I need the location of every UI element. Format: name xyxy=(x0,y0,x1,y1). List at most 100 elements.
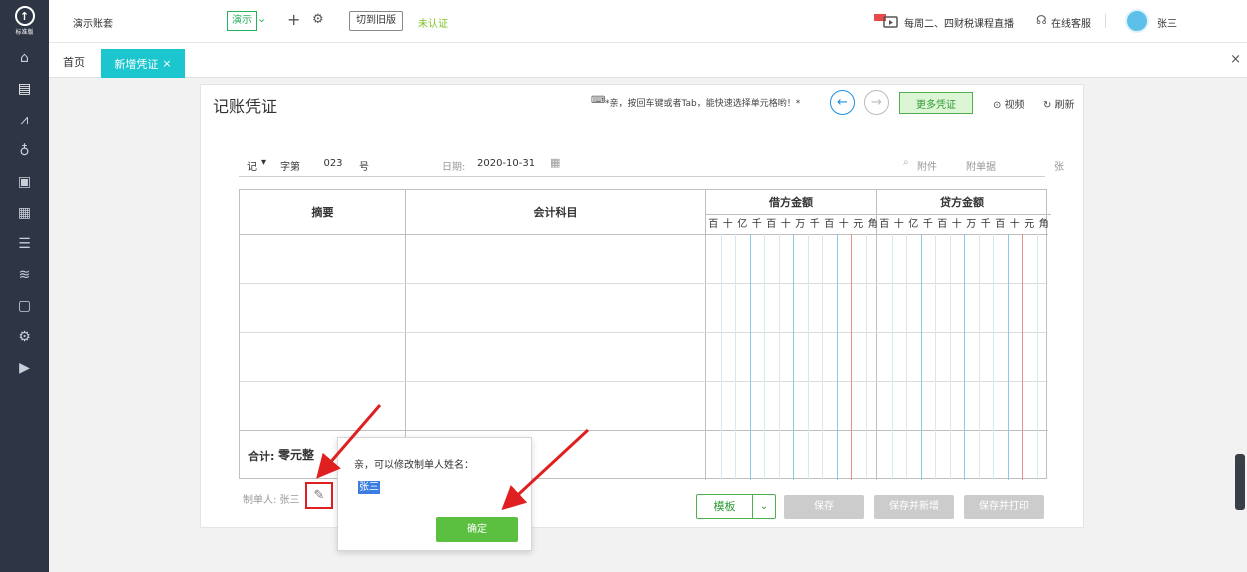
account-name[interactable]: 演示账套 xyxy=(73,15,113,30)
voucher-word-select[interactable]: 记 xyxy=(247,158,257,173)
video-play-icon[interactable]: ▶ xyxy=(0,352,49,383)
caret-down-icon[interactable]: ▾ xyxy=(261,157,266,168)
digit-header: 千 xyxy=(809,219,820,230)
video-link[interactable]: ⊙ 视频 xyxy=(993,96,1025,111)
save-and-print-button[interactable]: 保存并打印 xyxy=(964,495,1044,519)
col-summary-header: 摘要 xyxy=(311,206,334,219)
left-nav: ↑ 标准版 ⌂ ▤ ⩘ ♁ ▣ ▦ ☰ ≋ ▢ ⚙ ▶ xyxy=(0,0,49,572)
avatar[interactable] xyxy=(1125,9,1149,33)
next-voucher-button[interactable]: → xyxy=(864,90,889,115)
chevron-down-icon[interactable]: ⌄ xyxy=(257,12,266,25)
confirm-button[interactable]: 确定 xyxy=(436,517,518,542)
ledger-icon[interactable]: ▣ xyxy=(0,166,49,197)
table-row[interactable] xyxy=(240,235,1048,283)
date-input[interactable]: 2020-10-31 xyxy=(477,158,535,169)
save-and-new-button[interactable]: 保存并新增 xyxy=(874,495,954,519)
divider xyxy=(240,430,1048,431)
coins-icon[interactable]: ≋ xyxy=(0,259,49,290)
tab-label: 新增凭证 xyxy=(114,57,159,71)
logo-icon: ↑ xyxy=(14,6,35,26)
digit-header: 元 xyxy=(1024,219,1035,230)
digit-header: 千 xyxy=(980,219,991,230)
digit-header: 角 xyxy=(1038,219,1049,230)
digit-header: 百 xyxy=(766,219,777,230)
refresh-label: 刷新 xyxy=(1054,100,1075,111)
edit-maker-popup: 亲，可以修改制单人姓名： 张三 确定 xyxy=(337,437,532,551)
report-icon[interactable]: ▦ xyxy=(0,197,49,228)
digit-header: 十 xyxy=(838,219,849,230)
attachment-link[interactable]: 附件 xyxy=(917,158,937,173)
arrow-left-icon: ← xyxy=(837,95,848,110)
digit-header: 千 xyxy=(922,219,933,230)
template-button[interactable]: 模板 ⌄ xyxy=(696,494,776,519)
digit-header: 元 xyxy=(853,219,864,230)
keyboard-tip: *亲，按回车键或者Tab，能快速选择单元格哟！* xyxy=(605,99,801,109)
divider xyxy=(1105,14,1106,28)
digit-header: 十 xyxy=(893,219,904,230)
zhang-label: 张 xyxy=(1054,162,1064,173)
more-voucher-button[interactable]: 更多凭证 xyxy=(899,92,973,114)
side-scroll-handle[interactable] xyxy=(1235,454,1245,510)
paperclip-icon[interactable]: ⌕ xyxy=(903,157,909,168)
close-icon[interactable]: × xyxy=(1230,52,1241,67)
digit-header: 十 xyxy=(780,219,791,230)
money-bag-icon[interactable]: ♁ xyxy=(0,135,49,166)
digit-header: 百 xyxy=(879,219,890,230)
digit-header: 亿 xyxy=(908,219,919,230)
voucher-table: 摘要 会计科目 借方金额 贷方金额 百十亿千百十万千百十元角 百十亿千百十万千百… xyxy=(239,189,1051,480)
table-row[interactable] xyxy=(240,333,1048,381)
digit-header: 百 xyxy=(937,219,948,230)
attach-doc-label: 附单据 xyxy=(966,162,996,173)
online-service-link[interactable]: 在线客服 xyxy=(1051,15,1091,30)
app-logo[interactable]: ↑ 标准版 xyxy=(0,0,49,42)
switch-old-version-button[interactable]: 切到旧版 xyxy=(349,11,403,31)
calendar-icon[interactable]: ▦ xyxy=(550,156,560,169)
refresh-link[interactable]: ↻ 刷新 xyxy=(1043,96,1075,111)
invoice-icon[interactable]: ▢ xyxy=(0,290,49,321)
total-value: 零元整 xyxy=(278,448,315,462)
save-button[interactable]: 保存 xyxy=(784,495,864,519)
chevron-down-icon[interactable]: ⌄ xyxy=(753,495,775,518)
tab-bar: 首页 新增凭证 × × xyxy=(49,43,1247,78)
hao-label: 号 xyxy=(359,162,369,173)
digit-header: 百 xyxy=(708,219,719,230)
maker-name-input[interactable]: 张三 xyxy=(358,481,380,494)
voucher-icon[interactable]: ▤ xyxy=(0,73,49,104)
tab-home[interactable]: 首页 xyxy=(63,54,85,70)
popup-title: 亲，可以修改制单人姓名： xyxy=(354,460,474,471)
digit-header: 亿 xyxy=(737,219,748,230)
live-tv-icon xyxy=(874,14,898,28)
tab-new-voucher[interactable]: 新增凭证 × xyxy=(101,49,185,78)
maker-label: 制单人: 张三 xyxy=(243,495,300,506)
digit-header: 千 xyxy=(751,219,762,230)
page-title: 记账凭证 xyxy=(213,97,278,116)
gear-icon[interactable]: ⚙ xyxy=(312,12,324,27)
user-name[interactable]: 张三 xyxy=(1157,15,1177,30)
voucher-panel: 记账凭证 ⌨ *亲，按回车键或者Tab，能快速选择单元格哟！* ← → 更多凭证… xyxy=(200,84,1084,528)
settings-icon[interactable]: ⚙ xyxy=(0,321,49,352)
unauthenticated-label[interactable]: 未认证 xyxy=(418,15,448,30)
col-debit-header: 借方金额 xyxy=(769,196,813,209)
close-icon[interactable]: × xyxy=(162,57,171,70)
prev-voucher-button[interactable]: ← xyxy=(830,90,855,115)
digit-header: 百 xyxy=(995,219,1006,230)
live-course-link[interactable]: 每周二、四财税课程直播 xyxy=(904,15,1014,30)
credit-digit-row: 百十亿千百十万千百十元角 xyxy=(877,214,1051,234)
table-row[interactable] xyxy=(240,284,1048,332)
pencil-icon: ✎ xyxy=(313,488,325,503)
col-credit-header: 贷方金额 xyxy=(940,196,984,209)
edit-maker-button[interactable]: ✎ xyxy=(305,482,333,509)
voucher-number-input[interactable]: 023 xyxy=(311,158,355,169)
plus-icon[interactable]: + xyxy=(287,10,300,29)
home-icon[interactable]: ⌂ xyxy=(0,42,49,73)
digit-header: 万 xyxy=(966,219,977,230)
chart-icon[interactable]: ⩘ xyxy=(0,104,49,135)
table-row[interactable] xyxy=(240,382,1048,430)
archive-icon[interactable]: ☰ xyxy=(0,228,49,259)
debit-digit-row: 百十亿千百十万千百十元角 xyxy=(706,214,880,234)
top-bar: 演示账套 演示 ⌄ + ⚙ 切到旧版 未认证 每周二、四财税课程直播 ☊ 在线客… xyxy=(49,0,1247,43)
digit-header: 十 xyxy=(951,219,962,230)
total-label: 合计: xyxy=(248,450,275,463)
env-select[interactable]: 演示 xyxy=(227,11,257,31)
date-label: 日期: xyxy=(442,162,466,173)
